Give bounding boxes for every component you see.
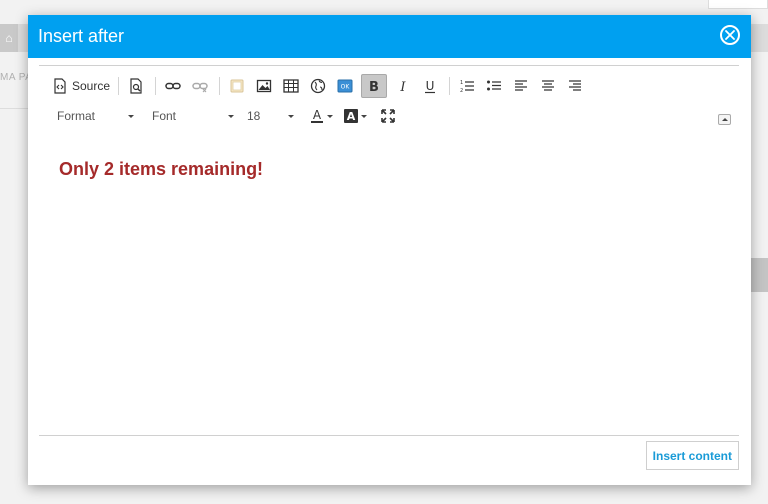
underline-button[interactable]: U xyxy=(419,75,441,97)
svg-text:A: A xyxy=(313,108,322,122)
toolbar-row-1: Source OK B I U 1 2 xyxy=(52,74,591,98)
form-button-button[interactable]: OK xyxy=(334,75,356,97)
toolbar-separator xyxy=(155,77,157,95)
flash-button[interactable] xyxy=(226,75,248,97)
background-top-box xyxy=(708,0,768,9)
align-center-button[interactable] xyxy=(537,75,559,97)
unlink-button[interactable] xyxy=(189,75,211,97)
svg-text:B: B xyxy=(369,80,379,94)
toolbar-separator xyxy=(118,77,120,95)
chevron-down-icon xyxy=(228,114,234,118)
background-color-icon: A xyxy=(344,109,358,123)
toolbar-separator xyxy=(449,77,451,95)
link-button[interactable] xyxy=(162,75,184,97)
italic-icon: I xyxy=(399,80,406,94)
svg-text:OK: OK xyxy=(341,84,351,91)
align-left-icon xyxy=(515,80,528,91)
chevron-down-icon xyxy=(361,114,367,118)
italic-button[interactable]: I xyxy=(392,75,414,97)
align-right-icon xyxy=(569,80,582,91)
home-icon: ⌂ xyxy=(0,24,18,52)
maximize-icon xyxy=(381,109,395,123)
insert-content-button[interactable]: Insert content xyxy=(645,441,739,470)
font-size-dropdown-label: 18 xyxy=(247,109,261,123)
insert-dialog: Insert after Source OK B I U 1 2 Format … xyxy=(28,15,751,485)
table-button[interactable] xyxy=(280,75,302,97)
font-dropdown-label: Font xyxy=(152,109,177,123)
toolbar-separator xyxy=(219,77,221,95)
iframe-button[interactable] xyxy=(307,75,329,97)
chevron-down-icon xyxy=(128,114,134,118)
text-color-button[interactable]: A xyxy=(309,108,333,124)
svg-text:2: 2 xyxy=(460,88,463,94)
table-icon xyxy=(283,79,299,93)
format-dropdown-label: Format xyxy=(57,109,96,123)
numbered-list-button[interactable]: 12 xyxy=(456,75,478,97)
unlink-icon xyxy=(192,82,208,93)
image-button[interactable] xyxy=(253,75,275,97)
svg-text:1: 1 xyxy=(460,80,463,86)
toolbar-row-2: Format Font 18 A A xyxy=(52,106,404,126)
rich-text-editor: Source OK B I U 1 2 Format Font 18 A A O… xyxy=(39,65,739,436)
numbered-list-icon: 12 xyxy=(460,80,475,94)
bold-icon: B xyxy=(369,80,379,94)
underline-icon: U xyxy=(425,79,436,94)
background-scrollbar xyxy=(750,258,768,292)
align-left-button[interactable] xyxy=(510,75,532,97)
chevron-down-icon xyxy=(327,114,333,118)
source-icon xyxy=(54,78,66,94)
dialog-header: Insert after xyxy=(28,15,751,58)
source-button-label: Source xyxy=(72,79,111,93)
preview-button[interactable] xyxy=(125,75,147,97)
close-icon[interactable] xyxy=(720,25,740,45)
bold-button[interactable]: B xyxy=(361,74,388,98)
svg-text:A: A xyxy=(347,110,356,123)
align-center-icon xyxy=(542,80,555,91)
globe-icon xyxy=(310,78,326,94)
chevron-down-icon xyxy=(288,114,294,118)
flash-icon xyxy=(230,79,244,93)
background-color-button[interactable]: A xyxy=(343,108,367,124)
button-icon: OK xyxy=(337,79,353,93)
text-color-icon: A xyxy=(311,108,323,123)
image-icon xyxy=(256,79,272,93)
background-divider xyxy=(0,108,30,109)
bullet-list-icon xyxy=(487,80,502,91)
editor-content[interactable]: Only 2 items remaining! xyxy=(59,159,719,180)
align-right-button[interactable] xyxy=(564,75,586,97)
bullet-list-button[interactable] xyxy=(483,75,505,97)
maximize-button[interactable] xyxy=(377,105,399,127)
dialog-title: Insert after xyxy=(38,26,125,46)
font-size-dropdown[interactable]: 18 xyxy=(242,109,297,123)
svg-text:I: I xyxy=(399,80,406,94)
chevron-up-icon xyxy=(721,118,728,121)
source-button[interactable]: Source xyxy=(52,75,110,97)
font-dropdown[interactable]: Font xyxy=(147,109,237,123)
collapse-toolbar-button[interactable] xyxy=(718,114,731,125)
preview-icon xyxy=(130,78,142,94)
link-icon xyxy=(165,82,181,90)
svg-text:U: U xyxy=(426,79,435,93)
format-dropdown[interactable]: Format xyxy=(52,109,137,123)
